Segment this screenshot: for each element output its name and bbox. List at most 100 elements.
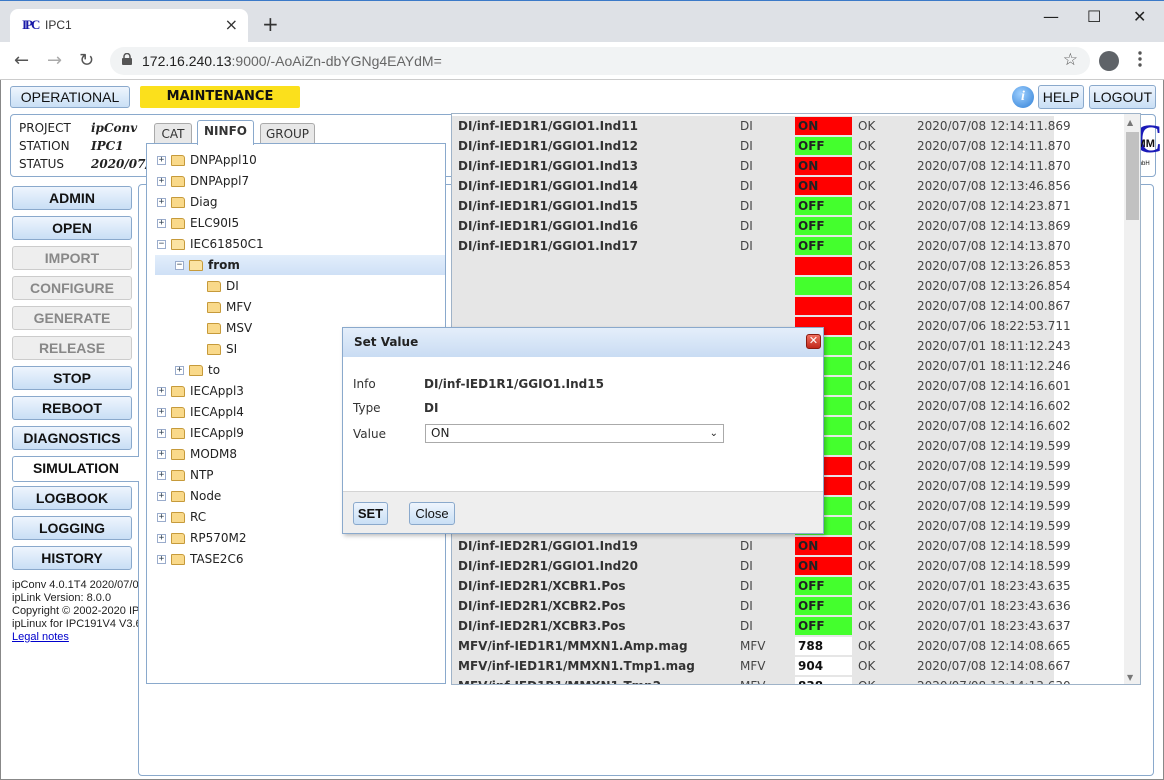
cell-value[interactable] bbox=[795, 297, 852, 315]
maintenance-mode-button[interactable]: MAINTENANCE bbox=[140, 86, 300, 108]
tree-node[interactable]: + RP570M2 bbox=[147, 528, 246, 548]
cell-value[interactable]: ON bbox=[795, 117, 852, 135]
table-row[interactable]: OK 2020/07/08 12:14:00.867 bbox=[452, 296, 1071, 316]
table-row[interactable]: DI/inf-IED1R1/GGIO1.Ind17 DI OFF OK 2020/07/… bbox=[452, 236, 1071, 256]
expand-icon[interactable]: + bbox=[157, 450, 166, 459]
browser-menu-icon[interactable] bbox=[1137, 50, 1143, 68]
tree-node[interactable]: + Diag bbox=[147, 192, 218, 212]
table-row[interactable]: DI/inf-IED2R1/XCBR3.Pos DI OFF OK 2020/07/01… bbox=[452, 616, 1071, 636]
cell-value[interactable]: OFF bbox=[795, 237, 852, 255]
sidebar-item-logging[interactable]: LOGGING bbox=[12, 516, 132, 540]
sidebar-item-generate[interactable]: GENERATE bbox=[12, 306, 132, 330]
expand-icon[interactable]: + bbox=[175, 366, 184, 375]
tree-node[interactable]: + to bbox=[147, 360, 220, 380]
table-row[interactable]: DI/inf-IED1R1/GGIO1.Ind11 DI ON OK 2020/07/0… bbox=[452, 116, 1071, 136]
table-row[interactable]: OK 2020/07/08 12:13:26.854 bbox=[452, 276, 1071, 296]
sidebar-item-diagnostics[interactable]: DIAGNOSTICS bbox=[12, 426, 132, 450]
cell-value[interactable] bbox=[795, 257, 852, 275]
table-row[interactable]: DI/inf-IED2R1/XCBR2.Pos DI OFF OK 2020/07/01… bbox=[452, 596, 1071, 616]
expand-icon[interactable]: + bbox=[157, 408, 166, 417]
tree-node[interactable]: MFV bbox=[147, 297, 251, 317]
expand-icon[interactable]: + bbox=[157, 198, 166, 207]
expand-icon[interactable]: + bbox=[157, 219, 166, 228]
sidebar-item-history[interactable]: HISTORY bbox=[12, 546, 132, 570]
tree-node[interactable]: + IECAppl3 bbox=[147, 381, 244, 401]
tab-ninfo[interactable]: NINFO bbox=[197, 120, 254, 145]
tree-node[interactable]: + RC bbox=[147, 507, 206, 527]
cell-value[interactable]: 788 bbox=[795, 637, 852, 655]
cell-value[interactable]: 904 bbox=[795, 657, 852, 675]
tree-node[interactable]: + IECAppl4 bbox=[147, 402, 244, 422]
value-select[interactable]: ON ⌄ bbox=[425, 424, 724, 443]
table-row[interactable]: DI/inf-IED2R1/GGIO1.Ind20 DI ON OK 2020/07/0… bbox=[452, 556, 1071, 576]
cell-value[interactable]: OFF bbox=[795, 217, 852, 235]
tab-close-icon[interactable]: × bbox=[225, 15, 238, 34]
help-button[interactable]: HELP bbox=[1038, 85, 1084, 109]
minimize-icon[interactable]: — bbox=[1043, 7, 1059, 26]
operational-mode-button[interactable]: OPERATIONAL bbox=[10, 86, 130, 108]
back-icon[interactable]: ← bbox=[14, 50, 29, 71]
reload-icon[interactable]: ↻ bbox=[79, 50, 94, 71]
window-close-icon[interactable]: ✕ bbox=[1133, 7, 1146, 26]
grid-scrollbar[interactable]: ▲ ▼ bbox=[1124, 114, 1140, 684]
cell-value[interactable]: ON bbox=[795, 537, 852, 555]
bookmark-star-icon[interactable]: ☆ bbox=[1063, 50, 1078, 70]
expand-icon[interactable]: + bbox=[157, 534, 166, 543]
tree-node[interactable]: DI bbox=[147, 276, 239, 296]
table-row[interactable]: MFV/inf-IED1R1/MMXN1.Amp.mag MFV 788 OK 2020… bbox=[452, 636, 1071, 656]
tree-node[interactable]: + TASE2C6 bbox=[147, 549, 243, 569]
sidebar-item-configure[interactable]: CONFIGURE bbox=[12, 276, 132, 300]
tab-group[interactable]: GROUP bbox=[260, 123, 315, 145]
tree-node[interactable]: + DNPAppl10 bbox=[147, 150, 257, 170]
cell-value[interactable]: OFF bbox=[795, 617, 852, 635]
profile-avatar-icon[interactable] bbox=[1099, 51, 1119, 71]
expand-icon[interactable]: + bbox=[157, 429, 166, 438]
sidebar-item-stop[interactable]: STOP bbox=[12, 366, 132, 390]
cell-value[interactable]: OFF bbox=[795, 197, 852, 215]
table-row[interactable]: DI/inf-IED1R1/GGIO1.Ind14 DI ON OK 2020/07/0… bbox=[452, 176, 1071, 196]
sidebar-item-reboot[interactable]: REBOOT bbox=[12, 396, 132, 420]
sidebar-item-import[interactable]: IMPORT bbox=[12, 246, 132, 270]
tree-node[interactable]: SI bbox=[147, 339, 237, 359]
browser-tab[interactable]: IPC IPC1 × bbox=[10, 9, 248, 43]
tree-node[interactable]: + ELC90I5 bbox=[147, 213, 239, 233]
tree-node[interactable]: + Node bbox=[147, 486, 221, 506]
legal-notes-link[interactable]: Legal notes bbox=[12, 631, 69, 643]
tree-node[interactable]: − from bbox=[155, 255, 445, 275]
logout-button[interactable]: LOGOUT bbox=[1089, 85, 1156, 109]
tree-node[interactable]: MSV bbox=[147, 318, 252, 338]
cell-value[interactable]: OFF bbox=[795, 577, 852, 595]
table-row[interactable]: MFV/inf-IED1R1/MMXN1.Tmp1.mag MFV 904 OK 202… bbox=[452, 656, 1071, 676]
tab-cat[interactable]: CAT bbox=[154, 123, 192, 145]
table-row[interactable]: DI/inf-IED1R1/GGIO1.Ind12 DI OFF OK 2020/07/… bbox=[452, 136, 1071, 156]
info-icon[interactable]: i bbox=[1012, 86, 1034, 108]
expand-icon[interactable]: + bbox=[157, 387, 166, 396]
sidebar-item-open[interactable]: OPEN bbox=[12, 216, 132, 240]
sidebar-item-release[interactable]: RELEASE bbox=[12, 336, 132, 360]
scroll-up-icon[interactable]: ▲ bbox=[1127, 118, 1133, 127]
table-row[interactable]: MFV/inf-IED1R1/MMXN1.Tmp2... MFV 838 OK 2020… bbox=[452, 676, 1071, 684]
table-row[interactable]: OK 2020/07/08 12:13:26.853 bbox=[452, 256, 1071, 276]
collapse-icon[interactable]: − bbox=[157, 240, 166, 249]
close-button[interactable]: Close bbox=[409, 502, 455, 525]
expand-icon[interactable]: + bbox=[157, 555, 166, 564]
table-row[interactable]: DI/inf-IED1R1/GGIO1.Ind16 DI OFF OK 2020/07/… bbox=[452, 216, 1071, 236]
scroll-down-icon[interactable]: ▼ bbox=[1127, 673, 1133, 682]
cell-value[interactable]: ON bbox=[795, 177, 852, 195]
tree-node[interactable]: + IECAppl9 bbox=[147, 423, 244, 443]
sidebar-item-simulation[interactable]: SIMULATION bbox=[12, 456, 139, 482]
address-bar[interactable]: 172.16.240.13:9000/-AoAiZn-dbYGNg4EAYdM=… bbox=[110, 47, 1090, 75]
table-row[interactable]: DI/inf-IED2R1/GGIO1.Ind19 DI ON OK 2020/07/0… bbox=[452, 536, 1071, 556]
table-row[interactable]: DI/inf-IED1R1/GGIO1.Ind15 DI OFF OK 2020/07/… bbox=[452, 196, 1071, 216]
set-button[interactable]: SET bbox=[353, 502, 388, 525]
cell-value[interactable]: ON bbox=[795, 157, 852, 175]
sidebar-item-admin[interactable]: ADMIN bbox=[12, 186, 132, 210]
tree-node[interactable]: + NTP bbox=[147, 465, 214, 485]
cell-value[interactable]: OFF bbox=[795, 137, 852, 155]
table-row[interactable]: DI/inf-IED2R1/XCBR1.Pos DI OFF OK 2020/07/01… bbox=[452, 576, 1071, 596]
dialog-titlebar[interactable]: Set Value ✕ bbox=[343, 328, 823, 357]
maximize-icon[interactable]: ☐ bbox=[1087, 7, 1101, 26]
dialog-close-icon[interactable]: ✕ bbox=[806, 334, 821, 349]
expand-icon[interactable]: + bbox=[157, 471, 166, 480]
tree-node[interactable]: + MODM8 bbox=[147, 444, 237, 464]
